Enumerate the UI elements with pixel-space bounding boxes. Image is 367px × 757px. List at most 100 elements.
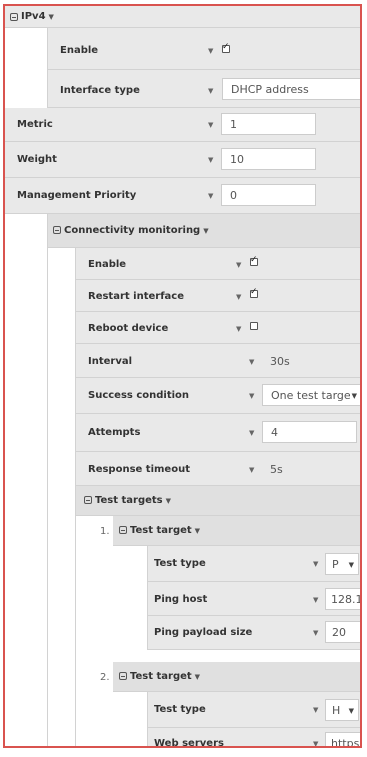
web-servers-label: Web servers <box>154 738 224 748</box>
metric-row: Metric ▼ 1 <box>5 108 360 142</box>
collapse-icon[interactable] <box>10 13 18 21</box>
chevron-down-icon: ▼ <box>313 560 319 568</box>
weight-row: Weight ▼ 10 <box>5 142 360 178</box>
chevron-down-icon: ▼ <box>208 156 214 164</box>
web-servers-input[interactable]: https <box>325 732 360 746</box>
weight-label: Weight <box>17 154 57 165</box>
reboot-device-checkbox[interactable] <box>250 322 258 330</box>
chevron-down-icon: ▼ <box>349 392 357 400</box>
collapse-icon[interactable] <box>119 672 127 680</box>
interface-type-label: Interface type <box>60 85 140 96</box>
metric-label: Metric <box>17 119 53 130</box>
interface-type-row: Interface type ▼ DHCP address ▼ <box>48 70 360 108</box>
ping-host-value: 128.1 <box>331 592 362 606</box>
chevron-down-icon[interactable]: ▼ <box>166 497 171 505</box>
response-timeout-input[interactable]: 5s <box>262 458 360 480</box>
mgmt-priority-label: Management Priority <box>17 190 137 201</box>
weight-input[interactable]: 10 <box>221 148 316 170</box>
chevron-down-icon[interactable]: ▼ <box>203 227 208 235</box>
target-2-header[interactable]: Test target ▼ <box>113 662 360 692</box>
interval-row: Interval ▼ 30s <box>76 344 360 378</box>
ping-host-label: Ping host <box>154 594 208 605</box>
success-condition-row: Success condition ▼ One test targe ▼ <box>76 378 360 414</box>
target-1-ping-host-row: Ping host ▼ 128.1 <box>148 582 360 616</box>
interval-input[interactable]: 30s <box>262 350 360 372</box>
conn-enable-label: Enable <box>88 259 127 270</box>
ipv4-enable-checkbox[interactable] <box>222 42 230 53</box>
ipv4-config-panel: IPv4 ▼ Enable ▼ Interface type ▼ DHCP ad… <box>3 4 362 748</box>
chevron-down-icon: ▼ <box>249 429 255 437</box>
attempts-row: Attempts ▼ 4 <box>76 414 360 452</box>
target-2-test-type-row: Test type ▼ H ▼ <box>148 692 360 728</box>
chevron-down-icon: ▼ <box>249 392 255 400</box>
test-targets-section-header[interactable]: Test targets ▼ <box>76 486 360 516</box>
target-1-test-type-label: Test type <box>154 558 206 569</box>
restart-interface-label: Restart interface <box>88 291 185 302</box>
target-1-test-type-select[interactable]: P ▼ <box>325 553 359 575</box>
mgmt-priority-input[interactable]: 0 <box>221 184 316 206</box>
weight-value: 10 <box>230 152 244 166</box>
target-1-test-type-row: Test type ▼ P ▼ <box>148 546 360 582</box>
chevron-down-icon[interactable]: ▼ <box>195 673 200 681</box>
test-targets-title: Test targets <box>95 495 163 506</box>
ipv4-enable-row: Enable ▼ <box>48 28 360 70</box>
conn-enable-checkbox[interactable] <box>250 255 258 266</box>
ipv4-section-header[interactable]: IPv4 ▼ <box>5 6 360 28</box>
target-2-test-type-label: Test type <box>154 704 206 715</box>
collapse-icon[interactable] <box>53 226 61 234</box>
chevron-down-icon: ▼ <box>208 192 214 200</box>
chevron-down-icon: ▼ <box>313 629 319 637</box>
target-1-title: Test target <box>130 525 192 536</box>
collapse-icon[interactable] <box>84 496 92 504</box>
chevron-down-icon[interactable]: ▼ <box>49 13 54 21</box>
target-2-number: 2. <box>100 672 110 683</box>
mgmt-priority-row: Management Priority ▼ 0 <box>5 178 360 214</box>
success-condition-label: Success condition <box>88 390 190 401</box>
restart-interface-checkbox[interactable] <box>250 287 258 298</box>
interval-label: Interval <box>88 356 133 367</box>
connectivity-section-header[interactable]: Connectivity monitoring ▼ <box>48 214 360 248</box>
conn-enable-row: Enable ▼ <box>76 248 360 280</box>
target-2-title: Test target <box>130 671 192 682</box>
chevron-down-icon: ▼ <box>249 466 255 474</box>
attempts-label: Attempts <box>88 427 141 438</box>
chevron-down-icon[interactable]: ▼ <box>195 527 200 535</box>
ping-host-input[interactable]: 128.1 <box>325 588 362 610</box>
target-1-number: 1. <box>100 526 110 537</box>
response-timeout-value: 5s <box>270 462 283 476</box>
chevron-down-icon[interactable]: ▼ <box>236 293 241 301</box>
ping-payload-input[interactable]: 20 <box>325 621 360 643</box>
chevron-down-icon[interactable]: ▼ <box>236 325 241 333</box>
connectivity-title: Connectivity monitoring <box>64 225 201 236</box>
restart-interface-row: Restart interface ▼ <box>76 280 360 312</box>
metric-value: 1 <box>230 117 237 131</box>
attempts-value: 4 <box>271 425 278 439</box>
interval-value: 30s <box>270 354 290 368</box>
reboot-device-label: Reboot device <box>88 323 169 334</box>
ipv4-enable-label: Enable <box>60 45 99 56</box>
success-condition-select[interactable]: One test targe ▼ <box>262 384 360 406</box>
success-condition-value: One test targe <box>271 388 351 402</box>
target-2-test-type-select[interactable]: H ▼ <box>325 699 359 721</box>
ping-payload-value: 20 <box>332 625 346 639</box>
chevron-down-icon: ▼ <box>208 87 214 95</box>
interface-type-value: DHCP address <box>231 82 309 96</box>
chevron-down-icon[interactable]: ▼ <box>236 261 241 269</box>
mgmt-priority-value: 0 <box>230 188 237 202</box>
chevron-down-icon: ▼ <box>313 740 319 748</box>
collapse-icon[interactable] <box>119 526 127 534</box>
target-1-header[interactable]: Test target ▼ <box>113 516 360 546</box>
chevron-down-icon: ▼ <box>313 706 319 714</box>
response-timeout-row: Response timeout ▼ 5s <box>76 452 360 486</box>
chevron-down-icon: ▼ <box>348 707 354 715</box>
ping-payload-label: Ping payload size <box>154 627 253 638</box>
interface-type-select[interactable]: DHCP address ▼ <box>222 78 360 100</box>
response-timeout-label: Response timeout <box>88 464 190 475</box>
ipv4-title: IPv4 <box>21 11 46 22</box>
chevron-down-icon[interactable]: ▼ <box>208 47 213 55</box>
targets-spacer <box>76 650 360 662</box>
chevron-down-icon: ▼ <box>348 561 354 569</box>
chevron-down-icon: ▼ <box>249 358 255 366</box>
metric-input[interactable]: 1 <box>221 113 316 135</box>
attempts-input[interactable]: 4 <box>262 421 357 443</box>
